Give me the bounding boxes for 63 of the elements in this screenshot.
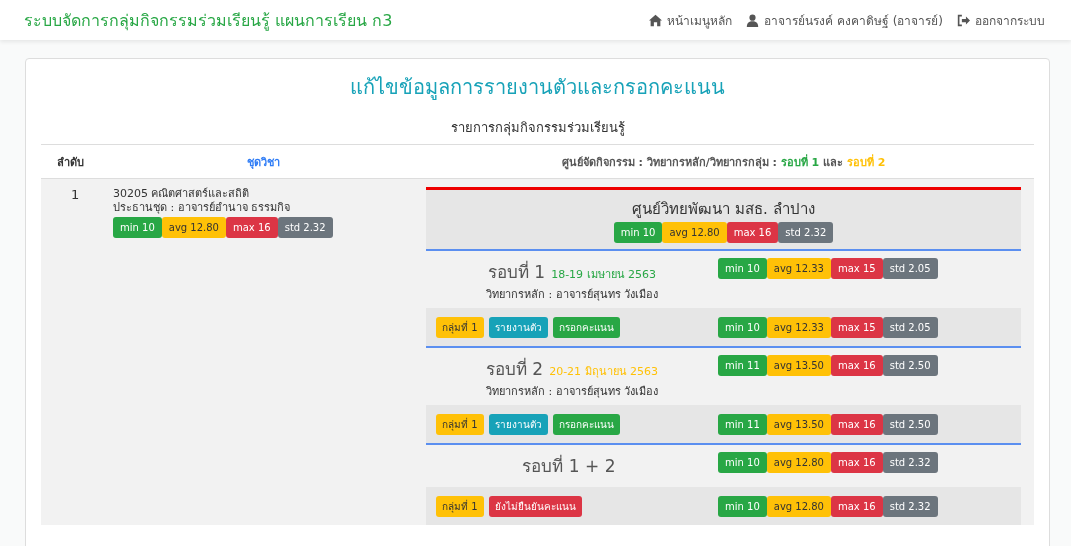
max-score-badge: max 16 [830, 495, 883, 517]
nav-link[interactable]: อาจารย์นรงค์ คงคาดิษฐ์ (อาจารย์) [746, 10, 943, 30]
avg-score-badge: avg 13.50 [766, 413, 831, 435]
column-header: ศูนย์จัดกิจกรรม : วิทยากรหลัก/วิทยากรกลุ่ม : รอบที่ 1 และ รอบที่ 2 [560, 153, 887, 171]
min-score-badge: min 10 [718, 452, 767, 473]
unconfirmed-badge: ยังไม่ยืนยันคะแนน [488, 495, 582, 517]
nav-link[interactable]: ออกจากระบบ [957, 10, 1045, 30]
max-score-badge: max 16 [830, 355, 883, 376]
logout-icon [957, 13, 970, 27]
center-name: ศูนย์วิทยพัฒนา มสธ. ลำปาง [631, 199, 816, 220]
avg-score-badge: avg 12.33 [766, 316, 831, 338]
avg-score-badge: avg 12.80 [662, 222, 727, 243]
speaker-name: วิทยากรหลัก : อาจารย์สุนทร วังเมือง [484, 384, 660, 400]
min-score-badge: min 11 [718, 413, 767, 435]
std-score-badge: std 2.50 [882, 413, 938, 435]
min-score-badge: min 10 [113, 217, 162, 238]
speaker-name: วิทยากรหลัก : อาจารย์สุนทร วังเมือง [484, 287, 660, 303]
max-score-badge: max 16 [726, 222, 779, 243]
nav-link[interactable]: หน้าเมนูหลัก [649, 10, 732, 30]
page-title: แก้ไขข้อมูลการรายงานตัวและกรอกคะแนน [349, 74, 726, 102]
subject-name: 30205 คณิตศาสตร์และสถิติ [113, 187, 251, 201]
min-score-badge: min 10 [718, 495, 767, 517]
avg-score-badge: avg 12.33 [766, 258, 831, 279]
max-score-badge: max 15 [830, 258, 883, 279]
report-button[interactable]: รายงานตัว [488, 316, 548, 338]
std-score-badge: std 2.05 [882, 316, 938, 338]
std-score-badge: std 2.32 [882, 452, 938, 473]
max-score-badge: max 15 [830, 316, 883, 338]
score-button[interactable]: กรอกคะแนน [552, 316, 620, 338]
group-badge: กลุ่มที่ 1 [436, 495, 484, 517]
min-score-badge: min 10 [718, 316, 767, 338]
max-score-badge: max 16 [830, 413, 883, 435]
column-header: ลำดับ [56, 154, 85, 171]
avg-score-badge: avg 12.80 [161, 217, 226, 238]
column-header: ชุดวิชา [245, 154, 281, 171]
round-title: รอบที่ 1 [487, 262, 546, 282]
round-title: รอบที่ 2 [485, 359, 544, 379]
group-badge: กลุ่มที่ 1 [436, 316, 484, 338]
std-score-badge: std 2.50 [882, 355, 938, 376]
round-date: 18-19 เมษายน 2563 [551, 268, 657, 281]
std-score-badge: std 2.32 [277, 217, 333, 238]
min-score-badge: min 10 [718, 258, 767, 279]
avg-score-badge: avg 12.80 [766, 495, 831, 517]
subject-chair: ประธานชุด : อาจารย์อำนาจ ธรรมกิจ [113, 201, 292, 215]
avg-score-badge: avg 13.50 [766, 355, 831, 376]
app-title[interactable]: ระบบจัดการกลุ่มกิจกรรมร่วมเรียนรู้ แผนการเรียน ก3 [24, 7, 393, 33]
std-score-badge: std 2.32 [778, 222, 834, 243]
group-badge: กลุ่มที่ 1 [436, 413, 484, 435]
std-score-badge: std 2.05 [882, 258, 938, 279]
min-score-badge: min 11 [718, 355, 767, 376]
max-score-badge: max 16 [830, 452, 883, 473]
report-button[interactable]: รายงานตัว [488, 413, 548, 435]
min-score-badge: min 10 [613, 222, 663, 243]
round-date: 20-21 มิถุนายน 2563 [549, 365, 659, 378]
row-number: 1 [70, 187, 81, 202]
home-icon [649, 13, 662, 27]
avg-score-badge: avg 12.80 [766, 452, 831, 473]
score-button[interactable]: กรอกคะแนน [552, 413, 620, 435]
round-title: รอบที่ 1 + 2 [522, 456, 616, 476]
std-score-badge: std 2.32 [882, 495, 938, 517]
user-icon [746, 13, 759, 27]
max-score-badge: max 16 [225, 217, 278, 238]
table-caption: รายการกลุ่มกิจกรรมร่วมเรียนรู้ [41, 117, 1034, 145]
